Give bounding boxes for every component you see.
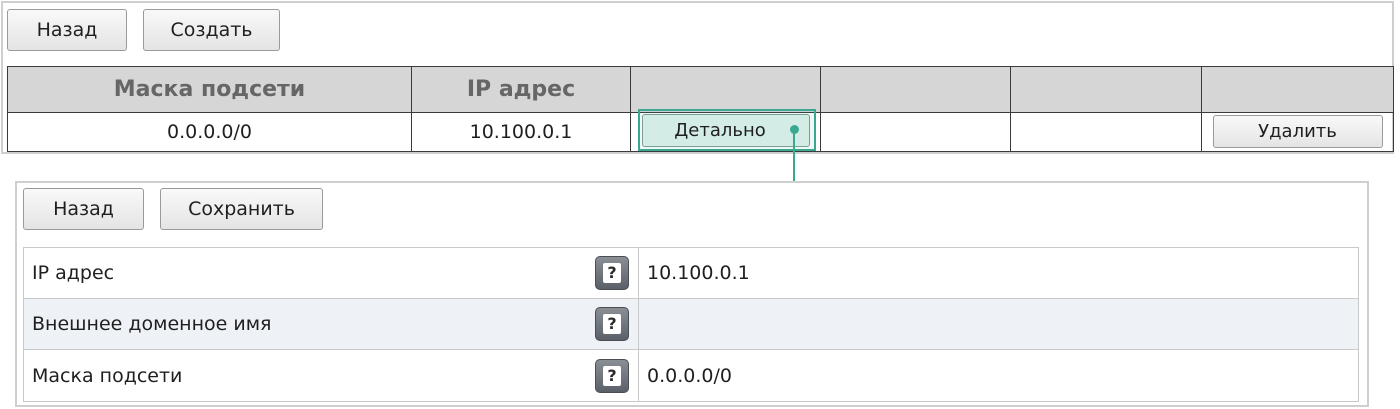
help-cell: ? xyxy=(594,248,630,298)
callout-line xyxy=(793,130,795,183)
field-label: IP адрес xyxy=(32,262,115,284)
detail-form: IP адрес ? 10.100.0.1 Внешнее доменное и… xyxy=(23,247,1359,402)
external-domain-field[interactable] xyxy=(638,299,1358,349)
form-row-ip-address: IP адрес ? 10.100.0.1 xyxy=(24,248,1358,299)
help-cell: ? xyxy=(594,350,630,401)
table-header-row: Маска подсети IP адрес xyxy=(7,66,1394,113)
subnet-mask-field[interactable]: 0.0.0.0/0 xyxy=(638,350,1358,401)
cell-ip-address: 10.100.0.1 xyxy=(411,111,631,153)
details-button[interactable]: Детально xyxy=(642,114,810,147)
cell-empty xyxy=(1010,111,1202,153)
back-button[interactable]: Назад xyxy=(7,9,127,51)
column-header-ip-address[interactable]: IP адрес xyxy=(411,66,631,113)
question-mark-icon: ? xyxy=(603,365,621,386)
create-button[interactable]: Создать xyxy=(143,9,280,51)
cell-subnet-mask: 0.0.0.0/0 xyxy=(7,111,412,153)
column-header-subnet-mask[interactable]: Маска подсети xyxy=(7,66,412,113)
help-icon[interactable]: ? xyxy=(595,256,629,290)
cell-empty xyxy=(820,111,1011,153)
help-cell: ? xyxy=(594,299,630,349)
form-row-external-domain: Внешнее доменное имя ? xyxy=(24,299,1358,350)
help-icon[interactable]: ? xyxy=(595,358,629,393)
field-label: Маска подсети xyxy=(32,364,183,387)
back-button[interactable]: Назад xyxy=(23,188,144,230)
column-header-empty xyxy=(630,66,821,113)
cell-delete: Удалить xyxy=(1201,111,1394,153)
ip-address-field[interactable]: 10.100.0.1 xyxy=(638,248,1358,298)
column-header-empty xyxy=(1010,66,1202,113)
field-label: Внешнее доменное имя xyxy=(32,313,272,335)
delete-button[interactable]: Удалить xyxy=(1212,115,1383,149)
column-header-empty xyxy=(1201,66,1394,113)
form-row-subnet-mask: Маска подсети ? 0.0.0.0/0 xyxy=(24,350,1358,401)
save-button[interactable]: Сохранить xyxy=(160,188,323,230)
column-header-empty xyxy=(820,66,1011,113)
question-mark-icon: ? xyxy=(603,314,621,334)
help-icon[interactable]: ? xyxy=(595,307,629,341)
question-mark-icon: ? xyxy=(603,263,621,283)
